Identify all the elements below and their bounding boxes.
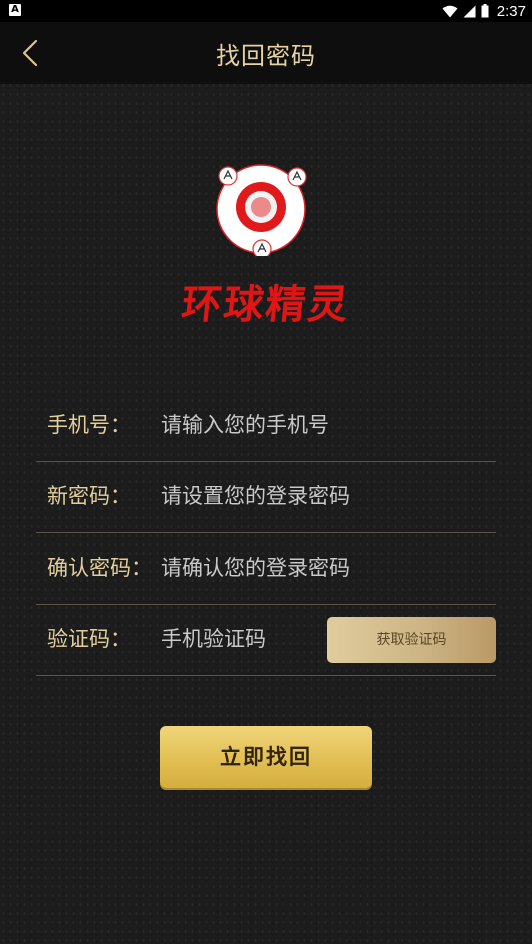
signal-icon	[463, 5, 476, 17]
new-password-input[interactable]	[161, 461, 421, 531]
phone-label: 手机号：	[47, 413, 131, 437]
get-code-button[interactable]: 获取验证码	[327, 617, 496, 663]
page-title: 找回密码	[216, 42, 316, 70]
verify-code-row: 验证码： 获取验证码	[36, 604, 496, 676]
app-logo	[216, 164, 307, 256]
app-header: 找回密码	[0, 22, 532, 84]
brand-name: 环球精灵	[179, 281, 353, 328]
new-password-row: 新密码：	[36, 461, 496, 533]
status-bar: A 2:37	[0, 0, 532, 22]
verify-code-input[interactable]	[161, 604, 321, 674]
verify-code-label: 验证码：	[47, 627, 131, 651]
notification-icon: A	[9, 4, 21, 16]
phone-input[interactable]	[161, 390, 421, 460]
phone-row: 手机号：	[36, 390, 496, 462]
submit-button[interactable]: 立即找回	[160, 726, 372, 788]
confirm-password-row: 确认密码：	[36, 533, 496, 605]
confirm-password-label: 确认密码：	[47, 556, 152, 580]
new-password-label: 新密码：	[47, 484, 131, 508]
battery-icon	[481, 4, 489, 18]
status-time: 2:37	[496, 2, 526, 20]
wifi-icon	[442, 5, 458, 17]
confirm-password-input[interactable]	[161, 533, 421, 603]
page-background: A 2:37 找回密码 环球精灵 手机号： 请输入您的手机号 新密码： 确认密码…	[0, 0, 532, 944]
